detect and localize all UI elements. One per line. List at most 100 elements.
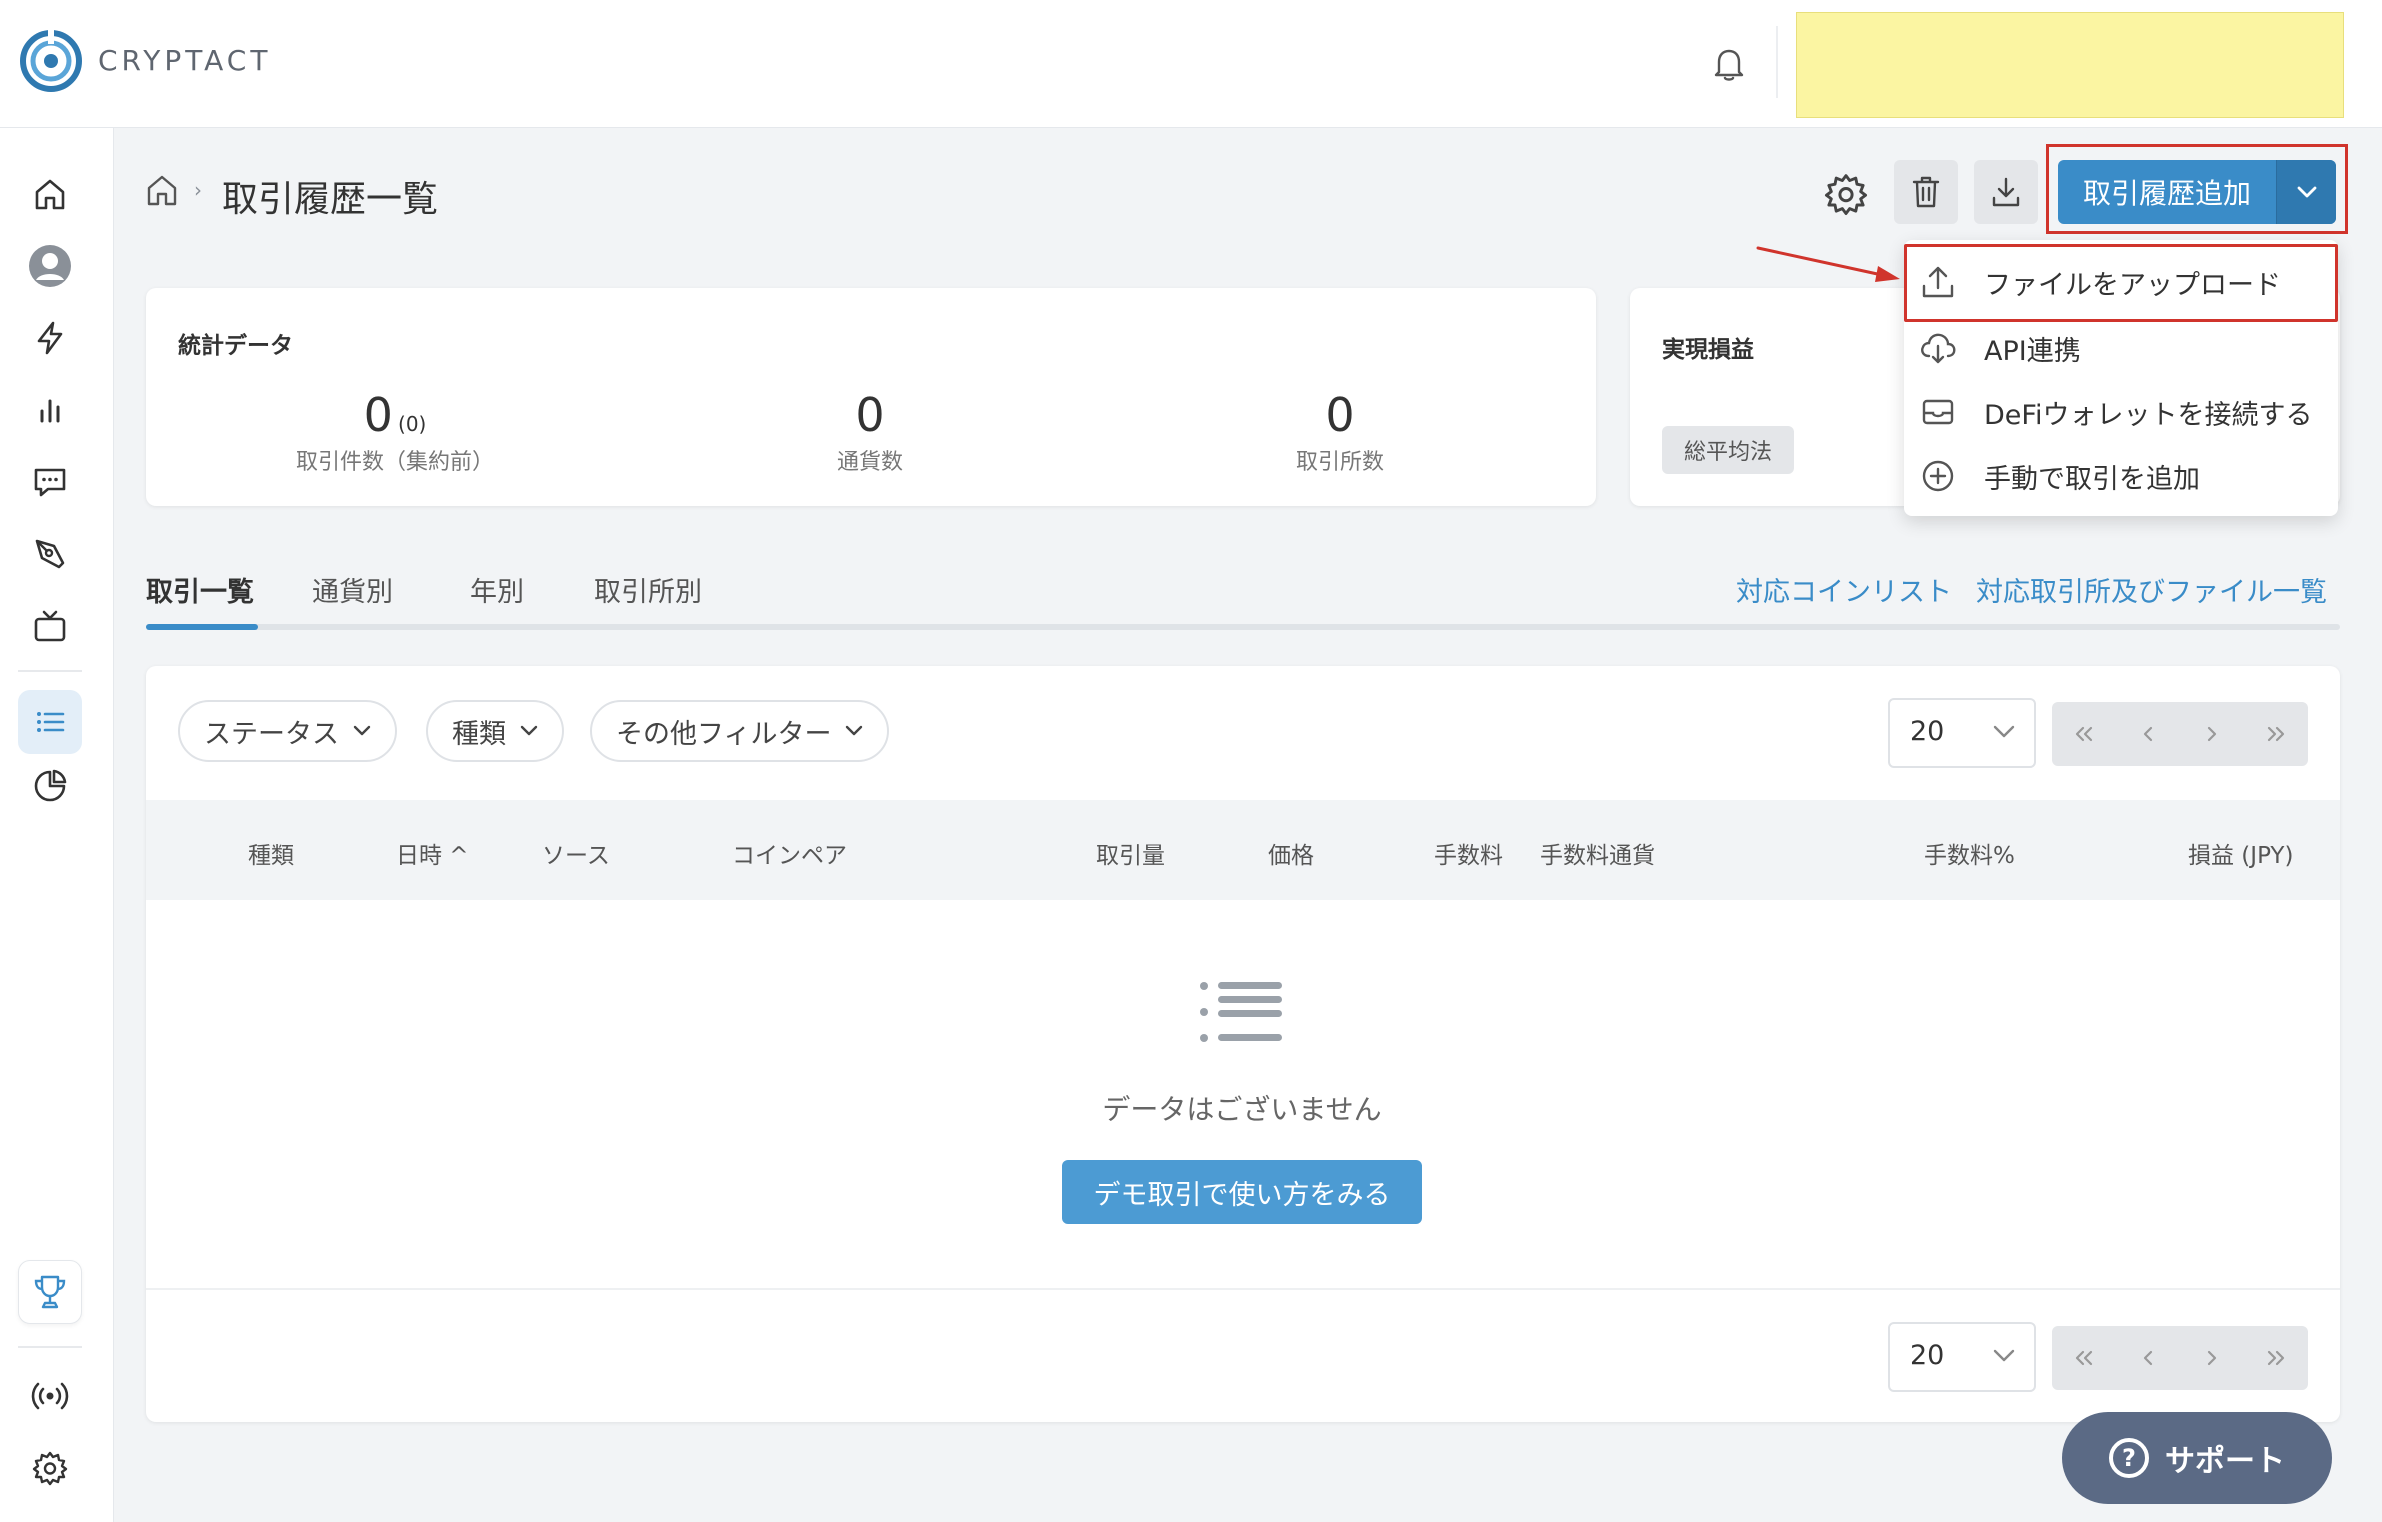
trophy-icon [34,1275,66,1309]
prev-page-button[interactable] [2116,1326,2180,1390]
sidebar-separator [18,1346,82,1348]
sidebar-item-tags[interactable] [18,522,82,586]
empty-state-message: データはございません [1102,1093,1382,1126]
tab-by-exchange[interactable]: 取引所別 [594,570,702,609]
chevron-right-icon [2207,726,2217,742]
empty-list-icon [1200,982,1282,1042]
brand-name: CRYPTACT [98,44,272,77]
type-filter[interactable]: 種類 [426,700,564,762]
supported-exchanges-link[interactable]: 対応取引所及びファイル一覧 [1976,570,2327,609]
top-bar: CRYPTACT [0,0,2382,128]
column-header-fee[interactable]: 手数料 [1434,836,1503,870]
menu-item-label: DeFiウォレットを接続する [1984,399,2313,431]
annotation-highlight-upload-item [1904,244,2338,322]
double-chevron-right-icon [2267,726,2285,742]
page-size-value: 20 [1910,1340,1945,1371]
download-button[interactable] [1974,160,2038,224]
first-page-button[interactable] [2052,1326,2116,1390]
statistics-card-title: 統計データ [178,333,293,359]
page-size-select-bottom[interactable]: 20 [1888,1322,2036,1392]
menu-item-api-integration[interactable]: API連携 [1904,316,2338,380]
filter-label: ステータス [204,718,339,750]
column-header-fee-currency[interactable]: 手数料通貨 [1540,836,1655,870]
sidebar-item-transactions[interactable] [18,690,82,754]
page-size-value: 20 [1910,716,1945,747]
stat-exchange-count: 0 取引所数 [1240,388,1440,476]
chevron-left-icon [2143,726,2153,742]
sidebar-item-reports[interactable] [18,378,82,442]
menu-item-add-manually[interactable]: 手動で取引を追加 [1904,444,2338,508]
stat-currency-count: 0 通貨数 [770,388,970,476]
next-page-button[interactable] [2180,702,2244,766]
chevron-down-icon [1993,1349,2015,1362]
tab-track [146,624,2340,630]
chevron-down-icon [846,725,863,736]
sidebar-item-portfolio[interactable] [18,754,82,818]
first-page-button[interactable] [2052,702,2116,766]
tab-by-currency[interactable]: 通貨別 [312,570,393,609]
menu-item-connect-defi-wallet[interactable]: DeFiウォレットを接続する [1904,380,2338,444]
sidebar-item-messages[interactable] [18,450,82,514]
sidebar-item-activity[interactable] [18,306,82,370]
gear-icon [32,1451,68,1486]
tab-transactions[interactable]: 取引一覧 [146,570,254,609]
next-page-button[interactable] [2180,1326,2244,1390]
prev-page-button[interactable] [2116,702,2180,766]
cryptact-logo-icon[interactable] [18,28,84,94]
stat-value: 0 [855,388,885,442]
double-chevron-left-icon [2075,726,2093,742]
support-button[interactable]: ? サポート [2062,1412,2332,1504]
sidebar-item-home[interactable] [18,162,82,226]
sidebar-item-media[interactable] [18,594,82,658]
sidebar-separator [18,670,82,672]
chevron-left-icon [2143,1350,2153,1366]
stat-label: 取引所数 [1295,450,1384,475]
double-chevron-right-icon [2267,1350,2285,1366]
transactions-panel [146,666,2340,1422]
column-header-fee-percent[interactable]: 手数料% [1924,836,2015,870]
column-header-price[interactable]: 価格 [1268,836,1314,870]
supported-coins-link[interactable]: 対応コインリスト [1736,570,1952,609]
annotation-arrow-icon [1756,246,1900,282]
pen-tool-icon [35,539,65,569]
sidebar-item-rewards[interactable] [18,1260,82,1324]
delete-button[interactable] [1894,160,1958,224]
stat-label: 通貨数 [836,450,903,475]
wallet-icon [1922,399,1954,425]
last-page-button[interactable] [2244,702,2308,766]
list-icon [37,712,65,732]
column-header-amount[interactable]: 取引量 [1096,836,1165,870]
chat-icon [34,468,66,497]
sidebar-item-broadcast[interactable] [18,1364,82,1428]
demo-transactions-button[interactable]: デモ取引で使い方をみる [1062,1160,1422,1224]
menu-item-label: API連携 [1984,335,2081,367]
column-header-type[interactable]: 種類 [248,836,294,870]
filter-label: その他フィルター [616,718,832,750]
home-icon [35,179,65,210]
double-chevron-left-icon [2075,1350,2093,1366]
pie-chart-icon [34,769,67,802]
support-label: サポート [2165,1444,2285,1479]
tab-active-indicator [146,624,258,630]
bell-icon[interactable] [1712,46,1746,82]
other-filters[interactable]: その他フィルター [590,700,890,762]
last-page-button[interactable] [2244,1326,2308,1390]
user-avatar-icon [29,245,71,287]
column-header-datetime[interactable]: 日時 ^ [396,836,469,870]
stat-transaction-count: 0 (0) 取引件数（集約前） [250,388,540,476]
column-header-source[interactable]: ソース [542,836,610,870]
panel-separator [146,1288,2340,1290]
chevron-right-icon [2207,1350,2217,1366]
column-header-coin-pair[interactable]: コインペア [732,836,847,870]
sidebar-item-settings[interactable] [18,1436,82,1500]
tab-by-year[interactable]: 年別 [470,570,524,609]
table-settings-gear-icon[interactable] [1824,172,1868,216]
column-header-pnl[interactable]: 損益 (JPY) [2188,836,2293,870]
sidebar-item-account[interactable] [18,234,82,298]
status-filter[interactable]: ステータス [178,700,397,762]
breadcrumb-home-icon[interactable] [144,172,180,208]
lightning-icon [37,321,63,355]
broadcast-icon [31,1382,69,1410]
bar-chart-icon [40,399,60,423]
page-size-select-top[interactable]: 20 [1888,698,2036,768]
